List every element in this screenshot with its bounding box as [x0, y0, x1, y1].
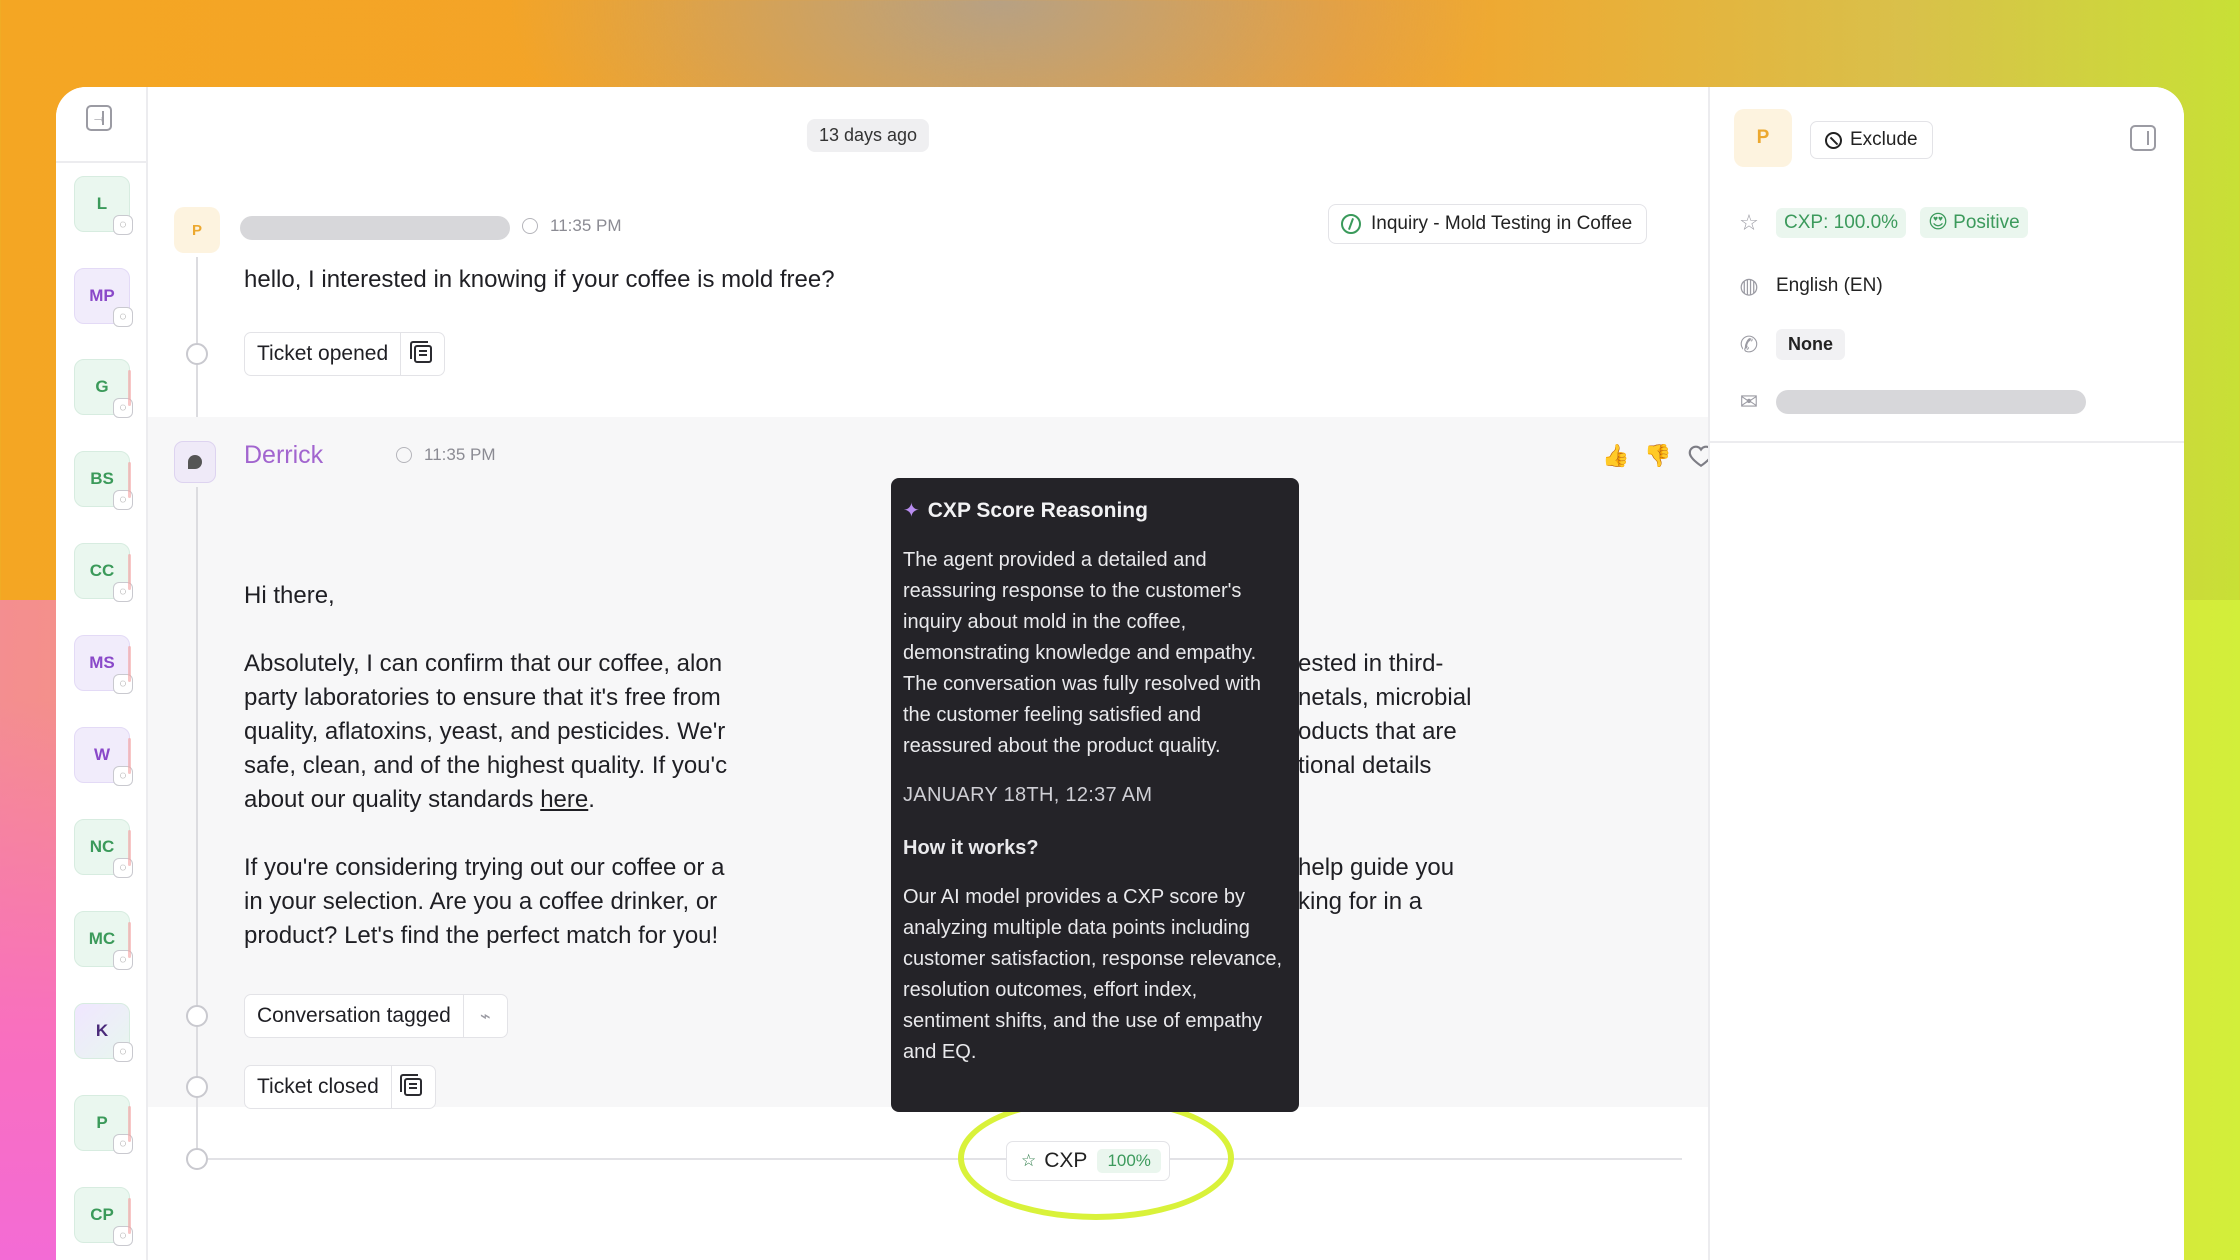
timeline-end-line — [208, 1158, 1682, 1160]
tag-icon: ⌁ — [479, 1005, 491, 1026]
copy-icon — [400, 1074, 423, 1096]
star-icon: ☆ — [1739, 209, 1759, 235]
agent-text-line: ested in third- — [1298, 650, 1444, 677]
cxp-reasoning-tooltip: ✦ CXP Score Reasoning The agent provided … — [891, 478, 1299, 1112]
agent-text-line: product? Let's find the perfect match fo… — [244, 922, 719, 949]
tooltip-how-title: How it works? — [903, 837, 1039, 859]
agent-text-line: tional details — [1298, 752, 1432, 779]
chat-icon: ◌ — [113, 307, 133, 327]
agent-text-line: quality, aflatoxins, yeast, and pesticid… — [244, 718, 726, 745]
sparkle-icon: ✦ — [903, 500, 920, 522]
conversation-avatar[interactable]: W ◌ — [74, 727, 133, 786]
event-ticket-closed: Ticket closed — [244, 1065, 436, 1109]
event-conversation-tagged: Conversation tagged ⌁ — [244, 994, 508, 1038]
agent-text-line: party laboratories to ensure that it's f… — [244, 684, 721, 711]
tooltip-reasoning: The agent provided a detailed and reassu… — [903, 549, 1261, 757]
cxp-badge: CXP: 100.0% — [1776, 207, 1907, 238]
conversation-avatar[interactable]: NC ◌ — [74, 819, 133, 878]
clock-icon — [396, 447, 412, 463]
conversation-rail: → L ◌ MP ◌ G ◌ BS ◌ CC ◌ MS ◌ W ◌ NC ◌ MC ◌ K ◌ P ◌… — [56, 87, 148, 1260]
globe-icon: ◍ — [1739, 273, 1759, 298]
redacted-email — [1776, 390, 2086, 414]
conversation-avatar[interactable]: K ◌ — [74, 1003, 133, 1062]
conversation-avatar[interactable]: CP ◌ — [74, 1187, 133, 1246]
timeline-node — [186, 1148, 208, 1170]
agent-avatar — [174, 441, 216, 483]
cxp-row: ☆ CXP: 100.0% 😍 Positive — [1736, 207, 2028, 238]
customer-avatar: P — [1734, 109, 1792, 167]
expand-sidebar-icon[interactable]: → — [86, 105, 112, 131]
exclude-button[interactable]: Exclude — [1810, 121, 1933, 159]
thumbs-up-icon[interactable]: 👍 — [1602, 443, 1629, 469]
agent-text-line: king for in a — [1298, 888, 1423, 915]
tooltip-title: CXP Score Reasoning — [927, 498, 1148, 522]
copy-icon-button[interactable] — [400, 333, 444, 375]
conversation-avatar[interactable]: CC ◌ — [74, 543, 133, 602]
customer-avatar: P — [174, 207, 220, 253]
redacted-customer-name — [240, 216, 510, 240]
conversation-avatar[interactable]: P ◌ — [74, 1095, 133, 1154]
timeline-node — [186, 1076, 208, 1098]
event-ticket-opened: Ticket opened — [244, 332, 446, 376]
tooltip-how-body: Our AI model provides a CXP score by ana… — [903, 886, 1283, 1063]
language-row: ◍ English (EN) — [1736, 273, 1882, 299]
tag-icon-button[interactable]: ⌁ — [462, 995, 507, 1037]
chat-icon: ◌ — [113, 1042, 133, 1062]
conversation-avatar[interactable]: G ◌ — [74, 359, 133, 418]
agent-text-line: oducts that are — [1298, 718, 1457, 745]
conversation-avatar[interactable]: L ◌ — [74, 176, 133, 235]
copy-icon — [409, 341, 432, 363]
agent-text-line: netals, microbial — [1298, 684, 1472, 711]
phone-row: ✆ None — [1736, 329, 1845, 360]
agent-text-line: in your selection. Are you a coffee drin… — [244, 888, 718, 915]
quality-standards-link[interactable]: here — [540, 786, 588, 813]
agent-text-line: Absolutely, I can confirm that our coffe… — [244, 650, 723, 677]
agent-text-line: about our quality standards here. — [244, 786, 595, 813]
mail-icon: ✉ — [1739, 389, 1759, 414]
collapse-panel-icon[interactable] — [2130, 125, 2156, 151]
conversation-avatar[interactable]: MS ◌ — [74, 635, 133, 694]
conversation-avatar[interactable]: MP ◌ — [74, 268, 133, 327]
agent-text-line: If you're considering trying out our cof… — [244, 854, 725, 881]
agent-name: Derrick — [244, 441, 324, 469]
email-row: ✉ — [1736, 389, 2086, 415]
message-time: 11:35 PM — [424, 445, 496, 464]
agent-text-line: help guide you — [1298, 854, 1455, 881]
chat-icon: ◌ — [113, 215, 133, 235]
conversation-avatar[interactable]: BS ◌ — [74, 451, 133, 510]
message-time: 11:35 PM — [550, 216, 622, 235]
sentiment-badge: 😍 Positive — [1920, 207, 2028, 238]
timeline-node — [186, 1005, 208, 1027]
customer-details-panel: P Exclude ☆ CXP: 100.0% 😍 Positive ◍ Eng… — [1708, 87, 2184, 1260]
date-divider: 13 days ago — [806, 119, 930, 152]
tooltip-timestamp: JANUARY 18TH, 12:37 AM — [903, 784, 1153, 806]
agent-greeting: Hi there, — [244, 582, 335, 609]
conversation-thread: 13 days ago P 11:35 PM Inquiry - Mold Te… — [148, 87, 1714, 1260]
timeline-node — [186, 343, 208, 365]
agent-text-line: safe, clean, and of the highest quality.… — [244, 752, 728, 779]
thumbs-down-icon[interactable]: 👎 — [1644, 443, 1671, 469]
customer-message-text: hello, I interested in knowing if your c… — [244, 266, 835, 293]
copy-icon-button[interactable] — [390, 1066, 435, 1108]
highlight-ring — [958, 1096, 1234, 1220]
app-window: → L ◌ MP ◌ G ◌ BS ◌ CC ◌ MS ◌ W ◌ NC ◌ MC ◌ K ◌ P ◌… — [56, 87, 2184, 1260]
leaf-icon — [1341, 214, 1361, 234]
phone-icon: ✆ — [1739, 331, 1759, 357]
topic-tag[interactable]: Inquiry - Mold Testing in Coffee — [1328, 204, 1648, 244]
conversation-avatar[interactable]: MC ◌ — [74, 911, 133, 970]
ban-icon — [1825, 131, 1842, 149]
clock-icon — [522, 218, 538, 234]
